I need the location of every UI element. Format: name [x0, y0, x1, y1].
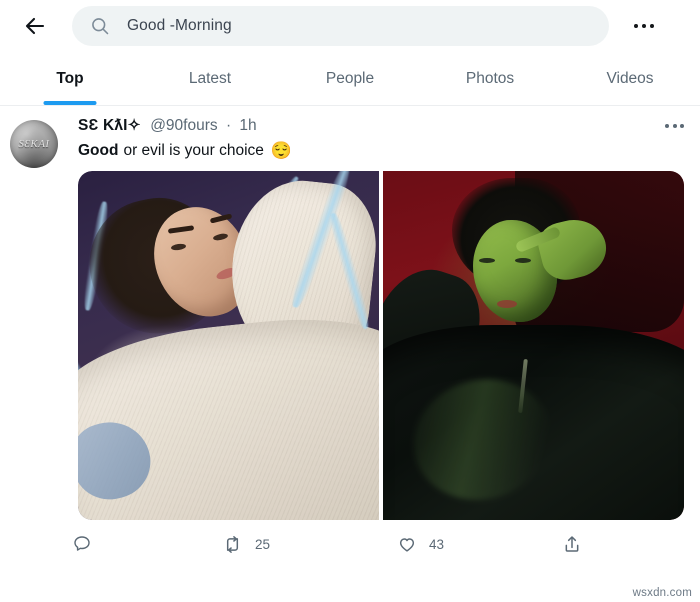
tweet-more-button[interactable] [656, 116, 684, 136]
tweet-text-highlight: Good [78, 142, 119, 159]
tab-photos[interactable]: Photos [420, 52, 560, 105]
tweet-image-left[interactable] [78, 171, 379, 520]
avatar-initials: SƐKAI [18, 138, 50, 150]
like-button[interactable]: 43 [397, 534, 562, 554]
back-button[interactable] [16, 7, 54, 45]
share-button[interactable] [562, 534, 594, 554]
site-watermark: wsxdn.com [632, 587, 692, 599]
tab-people-label: People [325, 69, 375, 87]
tab-people[interactable]: People [280, 52, 420, 105]
avatar-column: SƐKAI [10, 116, 58, 520]
tweet-card[interactable]: SƐKAI SƐ KƛI✧ @90fours · 1h Good or evil… [0, 106, 700, 520]
relieved-face-emoji: 😌 [270, 141, 293, 160]
retweet-button[interactable]: 25 [222, 534, 397, 555]
tab-videos-label: Videos [606, 69, 654, 87]
like-count: 43 [429, 536, 445, 552]
arrow-left-icon [25, 17, 45, 35]
share-icon [565, 536, 579, 552]
tweet-header: SƐ KƛI✧ @90fours · 1h [78, 116, 684, 136]
reply-icon [74, 536, 90, 551]
search-tabs: Top Latest People Photos Videos [0, 52, 700, 106]
tweet-text: Good or evil is your choice 😌 [78, 140, 684, 161]
tab-photos-label: Photos [465, 69, 515, 87]
separator: · [225, 117, 232, 134]
heart-icon [399, 538, 415, 552]
reply-button[interactable] [72, 534, 222, 554]
tab-videos[interactable]: Videos [560, 52, 700, 105]
tab-top-label: Top [56, 69, 84, 87]
user-handle[interactable]: @90fours [150, 117, 217, 134]
topbar-more-button[interactable] [627, 9, 661, 43]
tab-latest-label: Latest [188, 69, 232, 87]
more-horizontal-icon [665, 124, 684, 128]
retweet-count: 25 [255, 536, 271, 552]
tab-latest[interactable]: Latest [140, 52, 280, 105]
search-field[interactable] [72, 6, 609, 46]
tweet-media-grid [78, 171, 684, 520]
tweet-text-rest: or evil is your choice [123, 142, 264, 159]
name-line: SƐ KƛI✧ @90fours · 1h [78, 116, 656, 136]
tweet-action-bar: 25 43 [0, 522, 700, 566]
tab-top[interactable]: Top [0, 52, 140, 105]
search-icon [92, 18, 109, 35]
tab-active-underline [43, 101, 97, 105]
search-input[interactable] [127, 17, 591, 35]
timestamp[interactable]: 1h [239, 117, 256, 134]
tweet-body: SƐ KƛI✧ @90fours · 1h Good or evil is yo… [58, 116, 686, 520]
tweet-image-right[interactable] [383, 171, 684, 520]
top-bar [0, 0, 700, 52]
retweet-icon [226, 535, 239, 553]
display-name[interactable]: SƐ KƛI✧ [78, 117, 141, 134]
more-horizontal-icon [633, 23, 655, 29]
avatar[interactable]: SƐKAI [10, 120, 58, 168]
